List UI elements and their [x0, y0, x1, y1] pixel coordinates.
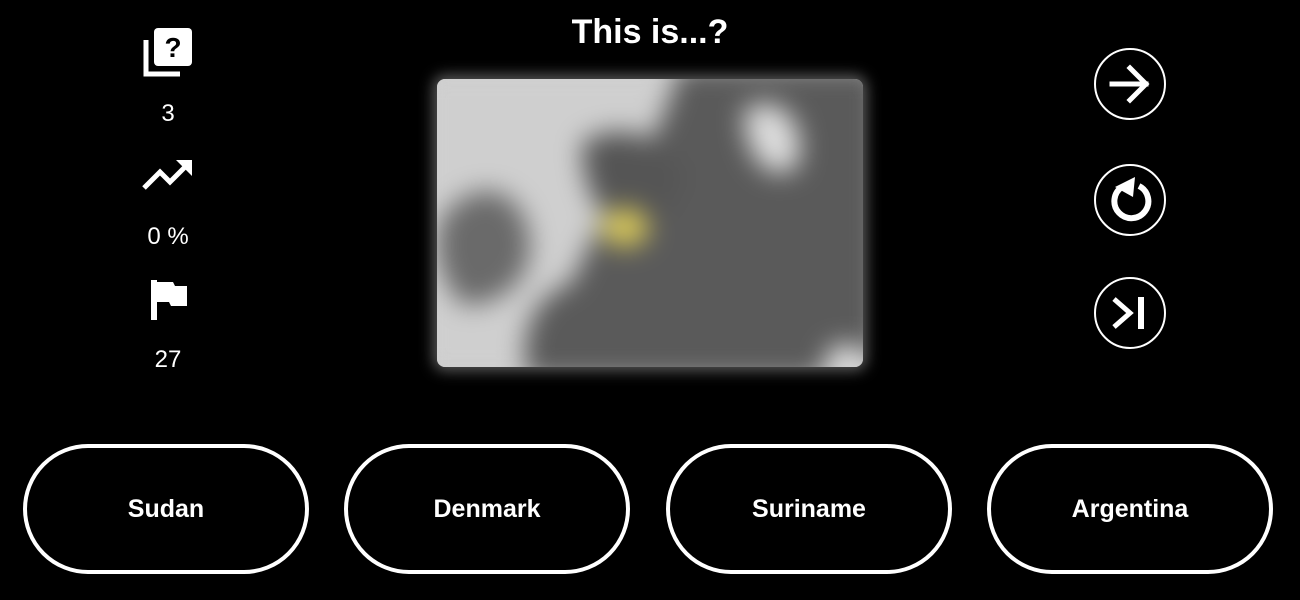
remaining-count: 27 — [154, 346, 182, 373]
trending-up-icon — [118, 158, 218, 194]
skip-to-end-icon — [1112, 297, 1144, 329]
answer-option-2[interactable]: Denmark — [344, 444, 630, 574]
restart-button[interactable] — [1094, 164, 1166, 236]
refresh-icon — [1111, 177, 1152, 222]
question-title: This is...? — [571, 13, 729, 51]
skip-button[interactable] — [1094, 277, 1166, 349]
answer-option-1[interactable]: Sudan — [23, 444, 309, 574]
arrow-right-icon — [1109, 64, 1150, 104]
svg-text:?: ? — [164, 32, 181, 63]
question-cards-icon: ? — [118, 26, 218, 78]
answer-option-3[interactable]: Suriname — [666, 444, 952, 574]
next-button[interactable] — [1094, 48, 1166, 120]
flag-icon — [118, 278, 218, 322]
accuracy-value: 0 % — [147, 223, 189, 250]
quiz-screen: This is...? ? 3 0 % 27 Sudan Denmark Sur… — [0, 0, 1300, 600]
answer-option-4[interactable]: Argentina — [987, 444, 1273, 574]
questions-count: 3 — [161, 100, 175, 127]
blurred-map — [437, 79, 863, 367]
